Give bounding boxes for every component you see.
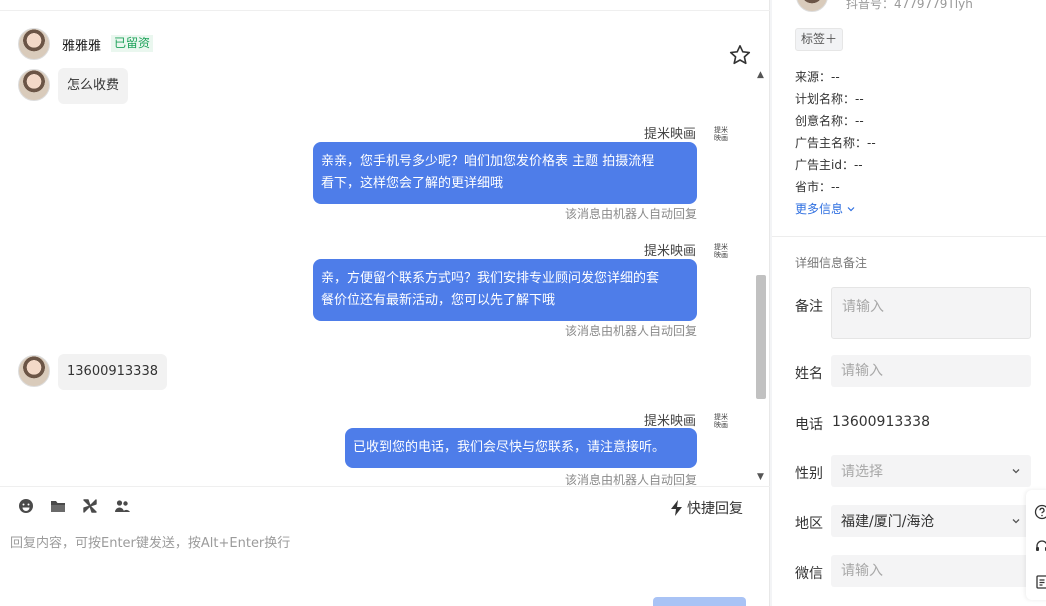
brand-avatar-text: 提米 映画 [714,413,728,429]
emoji-icon[interactable] [17,497,35,515]
info-label: 广告主名称： [795,136,868,150]
brand-avatar: 提米 映画 [708,124,734,150]
headset-icon[interactable] [1034,538,1046,554]
gender-select[interactable]: 请选择 [831,455,1031,487]
message-line: 亲亲，您手机号多少呢？咱们加您发价格表 主题 拍摄流程 [321,154,655,169]
message-line: 看下，这样您会了解的更详细哦 [321,176,504,191]
brand-avatar-text: 提米 映画 [714,243,728,259]
gender-placeholder: 请选择 [841,464,883,480]
lightning-icon [671,500,682,516]
info-value: -- [855,92,864,106]
message-line: 亲，方便留个联系方式吗？我们安排专业顾问发您详细的套 [321,271,660,286]
name-label: 姓名 [795,366,823,382]
info-row-region: 省市：-- [795,176,876,198]
scroll-thumb[interactable] [756,275,766,399]
info-value: -- [831,70,840,84]
chat-panel: 雅雅雅 已留资 怎么收费 提米映画 提米 映画 亲亲，您手机号多少呢？咱们加您发价… [0,0,770,606]
info-row-advertiser: 广告主名称：-- [795,132,876,154]
chevron-down-icon [847,207,855,212]
wechat-input[interactable] [831,555,1031,587]
composer-toolbar: 快捷回复 [0,486,770,526]
scroll-up-arrow-icon[interactable]: ▲ [757,70,764,80]
sender-name: 提米映画 [643,127,696,142]
region-value: 福建/厦门/海沧 [841,514,935,530]
info-value: -- [831,180,840,194]
section-divider [772,236,1046,237]
message-line: 已收到您的电话，我们会尽快与您联系，请注意接听。 [353,440,666,455]
info-label: 来源： [795,70,832,84]
message-list: 怎么收费 提米映画 提米 映画 亲亲，您手机号多少呢？咱们加您发价格表 主题 拍摄… [0,66,770,486]
brand-avatar: 提米 映画 [708,411,734,437]
document-icon[interactable] [1034,574,1046,590]
contact-avatar [18,355,50,387]
info-label: 广告主id： [795,158,854,172]
sender-name: 提米映画 [643,244,696,259]
region-select[interactable]: 福建/厦门/海沧 [831,505,1031,537]
auto-reply-note: 该消息由机器人自动回复 [564,473,697,486]
more-info-label: 更多信息 [795,202,844,216]
detail-section-title: 详细信息备注 [795,256,868,270]
message-bubble-outgoing: 已收到您的电话，我们会尽快与您联系，请注意接听。 [345,428,697,468]
add-tag-button[interactable]: 标签＋ [795,28,844,51]
info-label: 计划名称： [795,92,856,106]
auto-reply-note: 该消息由机器人自动回复 [564,207,697,221]
auto-reply-note: 该消息由机器人自动回复 [564,324,697,338]
sender-name: 提米映画 [643,414,696,429]
quick-reply-button[interactable]: 快捷回复 [670,498,743,518]
message-bubble-outgoing: 亲，方便留个联系方式吗？我们安排专业顾问发您详细的套 餐价位还有最新活动，您可以… [313,259,697,321]
name-input[interactable] [831,355,1031,387]
note-label: 备注 [795,299,823,315]
message-line: 餐价位还有最新活动，您可以先了解下哦 [321,293,556,308]
contact-name: 雅雅雅 [62,39,102,54]
note-textarea[interactable] [831,287,1031,339]
info-row-plan: 计划名称：-- [795,88,876,110]
lead-status-badge: 已留资 [111,35,154,52]
contact-avatar[interactable] [18,28,50,60]
pinwheel-icon[interactable] [81,497,99,515]
message-bubble-outgoing: 亲亲，您手机号多少呢？咱们加您发价格表 主题 拍摄流程 看下，这样您会了解的更详… [313,142,697,204]
chat-header: 雅雅雅 已留资 [0,11,770,71]
folder-icon[interactable] [49,497,67,515]
scroll-down-arrow-icon[interactable]: ▼ [757,472,764,482]
star-icon[interactable] [728,43,752,67]
contacts-icon[interactable] [113,497,131,515]
help-icon[interactable] [1034,504,1046,520]
region-label: 地区 [795,516,823,532]
gender-label: 性别 [795,466,823,482]
quick-reply-label: 快捷回复 [687,501,743,517]
douyin-id: 抖音号：4779779Tlyh [846,0,973,11]
info-value: -- [853,158,863,172]
app-root: 雅雅雅 已留资 怎么收费 提米映画 提米 映画 亲亲，您手机号多少呢？咱们加您发价… [0,0,1046,606]
reply-input[interactable] [10,528,750,558]
chevron-down-icon [1012,469,1020,474]
info-value: -- [867,136,876,150]
message-bubble-incoming: 怎么收费 [58,68,129,104]
chevron-down-icon [1012,519,1020,524]
send-button[interactable] [653,597,746,606]
message-bubble-incoming: 13600913338 [58,354,167,390]
floating-toolbar [1026,490,1046,600]
info-row-source: 来源：-- [795,66,876,88]
message-scrollbar[interactable]: ▲ ▼ [754,70,768,482]
customer-info-panel: 抖音号：4779779Tlyh 标签＋ 来源：-- 计划名称：-- 创意名称：-… [772,0,1046,606]
info-row-creative: 创意名称：-- [795,110,876,132]
contact-avatar [18,69,50,101]
info-value: -- [855,114,864,128]
brand-avatar: 提米 映画 [708,241,734,267]
brand-avatar-text: 提米 映画 [714,126,728,142]
customer-avatar [796,0,828,12]
info-row-advertiser-id: 广告主id：-- [795,154,876,176]
lead-info-list: 来源：-- 计划名称：-- 创意名称：-- 广告主名称：-- 广告主id：-- … [795,66,876,198]
wechat-label: 微信 [795,566,823,582]
info-label: 省市： [795,180,832,194]
more-info-link[interactable]: 更多信息 [795,200,855,217]
phone-label: 电话 [795,417,823,433]
phone-value: 13600913338 [832,414,930,430]
info-label: 创意名称： [795,114,856,128]
